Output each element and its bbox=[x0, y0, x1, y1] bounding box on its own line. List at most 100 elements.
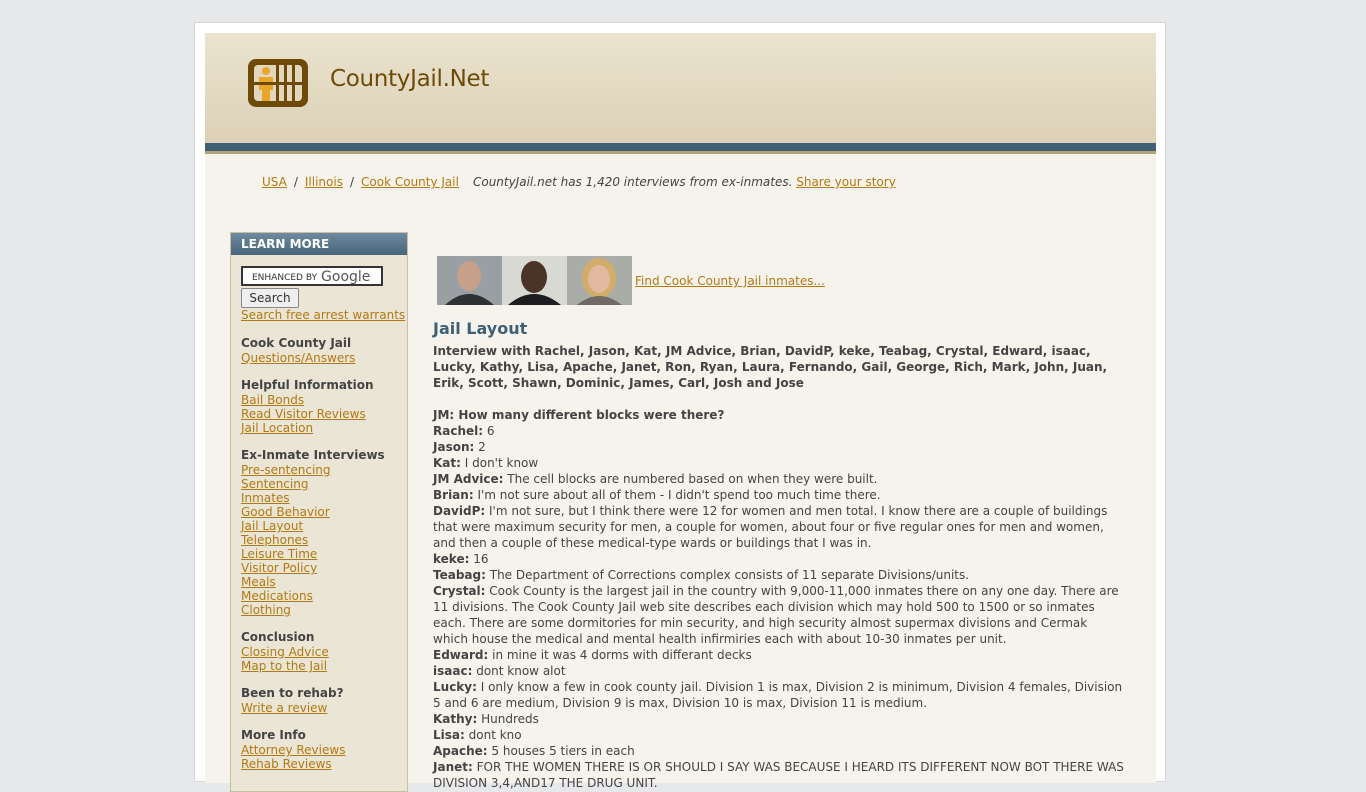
sidebar-link-closing-advice[interactable]: Closing Advice bbox=[241, 645, 329, 659]
breadcrumb: USA / Illinois / Cook County Jail CountyJail.… bbox=[262, 175, 896, 189]
answer-name: Jason: bbox=[433, 440, 475, 454]
sidebar: LEARN MORE ENHANCED BY Google Search Sear… bbox=[230, 232, 408, 792]
section-title-been-to-rehab: Been to rehab? bbox=[241, 686, 344, 700]
sidebar-link-clothing[interactable]: Clothing bbox=[241, 603, 291, 617]
answer-name: Apache: bbox=[433, 744, 488, 758]
sidebar-link-telephones[interactable]: Telephones bbox=[241, 533, 308, 547]
section-title-helpful-information: Helpful Information bbox=[241, 378, 374, 392]
answer-text: The Department of Corrections complex co… bbox=[489, 568, 970, 582]
sidebar-link-rehab-reviews[interactable]: Rehab Reviews bbox=[241, 757, 332, 771]
sidebar-link-meals[interactable]: Meals bbox=[241, 575, 276, 589]
site-title[interactable]: CountyJail.Net bbox=[330, 66, 489, 92]
sidebar-link-medications[interactable]: Medications bbox=[241, 589, 313, 603]
mugshot-strip[interactable] bbox=[437, 256, 632, 305]
mugshot-image[interactable] bbox=[567, 256, 632, 305]
answer-item: Crystal: Cook County is the largest jail… bbox=[433, 583, 1125, 647]
answer-item: isaac: dont know alot bbox=[433, 663, 1125, 679]
section-title-more-info: More Info bbox=[241, 728, 306, 742]
sidebar-link-jail-location[interactable]: Jail Location bbox=[241, 421, 313, 435]
section-title-ex-inmate-interviews: Ex-Inmate Interviews bbox=[241, 448, 385, 462]
answer-text: dont know alot bbox=[476, 664, 566, 678]
sidebar-link-inmates[interactable]: Inmates bbox=[241, 491, 290, 505]
answer-text: Cook County is the largest jail in the c… bbox=[433, 584, 1119, 646]
question: JM: How many different blocks were there… bbox=[433, 408, 725, 422]
answer-name: Teabag: bbox=[433, 568, 486, 582]
sidebar-link-questions-answers[interactable]: Questions/Answers bbox=[241, 351, 355, 365]
answer-item: Kat: I don't know bbox=[433, 455, 1125, 471]
answer-name: keke: bbox=[433, 552, 470, 566]
answer-text: I'm not sure about all of them - I didn'… bbox=[477, 488, 881, 502]
page-container: CountyJail.Net USA / Illinois / Cook County … bbox=[194, 22, 1166, 792]
answer-item: Kathy: Hundreds bbox=[433, 711, 1125, 727]
answer-name: Janet: bbox=[433, 760, 473, 774]
sidebar-link-visitor-policy[interactable]: Visitor Policy bbox=[241, 561, 317, 575]
interview-participants: Interview with Rachel, Jason, Kat, JM Ad… bbox=[433, 344, 1108, 390]
breadcrumb-separator: / bbox=[349, 175, 355, 189]
answer-item: JM Advice: The cell blocks are numbered … bbox=[433, 471, 1125, 487]
answer-item: Lucky: I only know a few in cook county … bbox=[433, 679, 1125, 711]
sidebar-link-map-to-jail[interactable]: Map to the Jail bbox=[241, 659, 327, 673]
answer-name: DavidP: bbox=[433, 504, 486, 518]
breadcrumb-cook-county-jail[interactable]: Cook County Jail bbox=[361, 175, 459, 189]
answer-item: DavidP: I'm not sure, but I think there … bbox=[433, 503, 1125, 551]
answer-text: Hundreds bbox=[481, 712, 539, 726]
interview-count-note: CountyJail.net has 1,420 interviews from… bbox=[472, 175, 793, 189]
mugshot-image[interactable] bbox=[502, 256, 567, 305]
section-title-cook-county-jail: Cook County Jail bbox=[241, 336, 352, 350]
answer-name: Kat: bbox=[433, 456, 461, 470]
search-input[interactable]: ENHANCED BY Google bbox=[241, 266, 383, 286]
google-logo: Google bbox=[321, 269, 371, 285]
qa-section: JM: How many different blocks were there… bbox=[433, 407, 1125, 791]
answer-item: Brian: I'm not sure about all of them - … bbox=[433, 487, 1125, 503]
content-area: USA / Illinois / Cook County Jail CountyJail.… bbox=[205, 154, 1156, 792]
answer-item: Teabag: The Department of Corrections co… bbox=[433, 567, 1125, 583]
answer-text: I only know a few in cook county jail. D… bbox=[433, 680, 1123, 710]
answer-name: JM Advice: bbox=[433, 472, 504, 486]
answer-name: isaac: bbox=[433, 664, 473, 678]
answer-item: Edward: in mine it was 4 dorms with diff… bbox=[433, 647, 1125, 663]
sidebar-link-bail-bonds[interactable]: Bail Bonds bbox=[241, 393, 304, 407]
sidebar-heading: LEARN MORE bbox=[231, 233, 407, 255]
answer-item: Jason: 2 bbox=[433, 439, 1125, 455]
find-inmates-link[interactable]: Find Cook County Jail inmates... bbox=[635, 274, 825, 288]
search-warrants-link[interactable]: Search free arrest warrants bbox=[241, 308, 405, 322]
sidebar-link-sentencing[interactable]: Sentencing bbox=[241, 477, 308, 491]
answer-text: The cell blocks are numbered based on wh… bbox=[507, 472, 878, 486]
answer-item: Janet: FOR THE WOMEN THERE IS OR SHOULD … bbox=[433, 759, 1125, 791]
answer-text: I'm not sure, but I think there were 12 … bbox=[433, 504, 1108, 550]
sidebar-link-leisure-time[interactable]: Leisure Time bbox=[241, 547, 317, 561]
header-band bbox=[205, 143, 1156, 151]
breadcrumb-separator: / bbox=[293, 175, 298, 189]
breadcrumb-illinois[interactable]: Illinois bbox=[305, 175, 343, 189]
sidebar-link-attorney-reviews[interactable]: Attorney Reviews bbox=[241, 743, 345, 757]
sidebar-link-good-behavior[interactable]: Good Behavior bbox=[241, 505, 330, 519]
breadcrumb-usa[interactable]: USA bbox=[262, 175, 287, 189]
answer-name: Crystal: bbox=[433, 584, 486, 598]
sidebar-link-pre-sentencing[interactable]: Pre-sentencing bbox=[241, 463, 331, 477]
answer-text: dont kno bbox=[468, 728, 522, 742]
share-story-link[interactable]: Share your story bbox=[796, 175, 896, 189]
search-button[interactable]: Search bbox=[241, 288, 299, 308]
answer-item: Lisa: dont kno bbox=[433, 727, 1125, 743]
answer-name: Edward: bbox=[433, 648, 489, 662]
answer-text: I don't know bbox=[464, 456, 539, 470]
section-title-conclusion: Conclusion bbox=[241, 630, 315, 644]
answer-text: in mine it was 4 dorms with differant de… bbox=[492, 648, 752, 662]
mugshot-image[interactable] bbox=[437, 256, 502, 305]
site-header: CountyJail.Net bbox=[205, 33, 1156, 143]
answer-text: 16 bbox=[473, 552, 489, 566]
sidebar-link-write-review[interactable]: Write a review bbox=[241, 701, 327, 715]
sidebar-link-visitor-reviews[interactable]: Read Visitor Reviews bbox=[241, 407, 366, 421]
answer-name: Lisa: bbox=[433, 728, 465, 742]
answer-name: Lucky: bbox=[433, 680, 477, 694]
search-prefix: ENHANCED BY bbox=[252, 273, 318, 283]
answer-item: keke: 16 bbox=[433, 551, 1125, 567]
answer-item: Apache: 5 houses 5 tiers in each bbox=[433, 743, 1125, 759]
jail-logo-icon[interactable] bbox=[246, 57, 310, 109]
answer-text: FOR THE WOMEN THERE IS OR SHOULD I SAY W… bbox=[433, 760, 1124, 790]
answer-name: Kathy: bbox=[433, 712, 478, 726]
sidebar-link-jail-layout[interactable]: Jail Layout bbox=[241, 519, 303, 533]
answer-text: 2 bbox=[478, 440, 486, 454]
answer-name: Brian: bbox=[433, 488, 474, 502]
answer-text: 5 houses 5 tiers in each bbox=[491, 744, 635, 758]
